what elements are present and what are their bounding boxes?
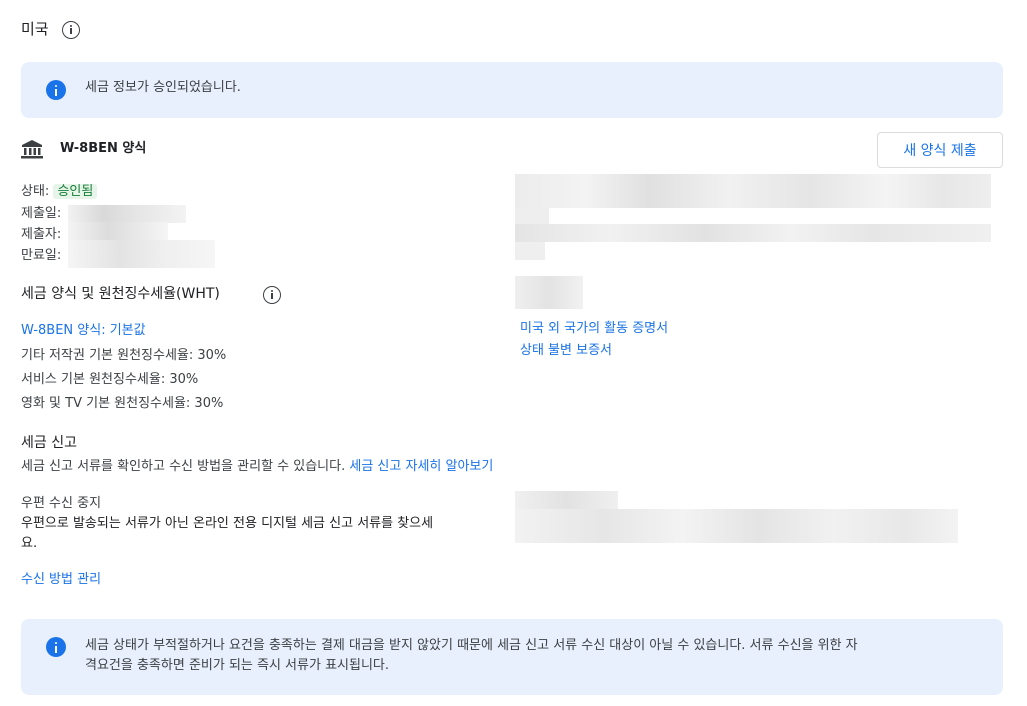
approved-banner-text: 세금 정보가 승인되었습니다.	[85, 80, 241, 95]
tax-reporting-description: 세금 신고 서류를 확인하고 수신 방법을 관리할 수 있습니다.	[21, 459, 346, 474]
redacted-expiry-date	[68, 240, 215, 268]
redacted-info-3	[515, 224, 991, 242]
redacted-mail-1	[515, 491, 618, 509]
redacted-submitter	[68, 222, 168, 242]
country-title: 미국	[21, 20, 49, 38]
wht-rate-royalty: 기타 저작권 기본 원천징수세율: 30%	[21, 348, 227, 363]
redacted-info-2	[515, 208, 549, 224]
redacted-info-4	[515, 242, 545, 260]
status-label: 상태:	[21, 184, 50, 199]
status-warranty-link[interactable]: 상태 불변 보증서	[520, 341, 612, 361]
status-row: 상태: 승인됨	[21, 182, 98, 202]
mail-stop-desc-line1: 우편으로 발송되는 서류가 아닌 온라인 전용 디지털 세금 신고 서류를 찾으…	[21, 516, 434, 531]
info-filled-icon	[46, 637, 66, 657]
bank-icon	[21, 140, 43, 159]
foreign-activity-certificate-link[interactable]: 미국 외 국가의 활동 증명서	[520, 319, 668, 339]
wht-rate-film-tv: 영화 및 TV 기본 원천징수세율: 30%	[21, 396, 224, 411]
info-filled-icon	[46, 80, 66, 100]
tax-reporting-heading: 세금 신고	[21, 435, 77, 451]
w8ben-default-link[interactable]: W-8BEN 양식: 기본값	[21, 321, 146, 341]
expiry-date-label: 만료일:	[21, 248, 62, 263]
wht-heading: 세금 양식 및 원천징수세율(WHT)	[21, 286, 220, 302]
submitted-date-label: 제출일:	[21, 206, 62, 221]
redacted-info-1	[515, 174, 991, 208]
tax-reporting-learn-more-link[interactable]: 세금 신고 자세히 알아보기	[349, 459, 493, 474]
redacted-wht	[515, 276, 583, 309]
redacted-mail-2	[515, 509, 958, 543]
mail-stop-title: 우편 수신 중지	[21, 496, 102, 511]
new-form-button[interactable]: 새 양식 제출	[877, 132, 1003, 168]
mail-stop-desc-line2: 요.	[21, 536, 38, 551]
eligibility-banner-line1: 세금 상태가 부적절하거나 요건을 충족하는 결제 대금을 받지 않았기 때문에…	[85, 638, 858, 653]
eligibility-banner: 세금 상태가 부적절하거나 요건을 충족하는 결제 대금을 받지 않았기 때문에…	[21, 619, 1003, 695]
redacted-submitted-date	[68, 205, 186, 223]
eligibility-banner-line2: 격요건을 충족하면 준비가 되는 즉시 서류가 표시됩니다.	[85, 658, 390, 673]
wht-info-icon[interactable]	[263, 286, 282, 304]
approved-banner: 세금 정보가 승인되었습니다.	[21, 62, 1003, 118]
manage-receipt-method-link[interactable]: 수신 방법 관리	[21, 570, 101, 590]
info-icon[interactable]	[62, 21, 80, 39]
tax-reporting-description-row: 세금 신고 서류를 확인하고 수신 방법을 관리할 수 있습니다. 세금 신고 …	[21, 457, 493, 477]
form-title: W-8BEN 양식	[60, 141, 147, 156]
submitter-label: 제출자:	[21, 227, 62, 242]
status-badge: 승인됨	[53, 184, 98, 199]
wht-rate-services: 서비스 기본 원천징수세율: 30%	[21, 372, 199, 387]
